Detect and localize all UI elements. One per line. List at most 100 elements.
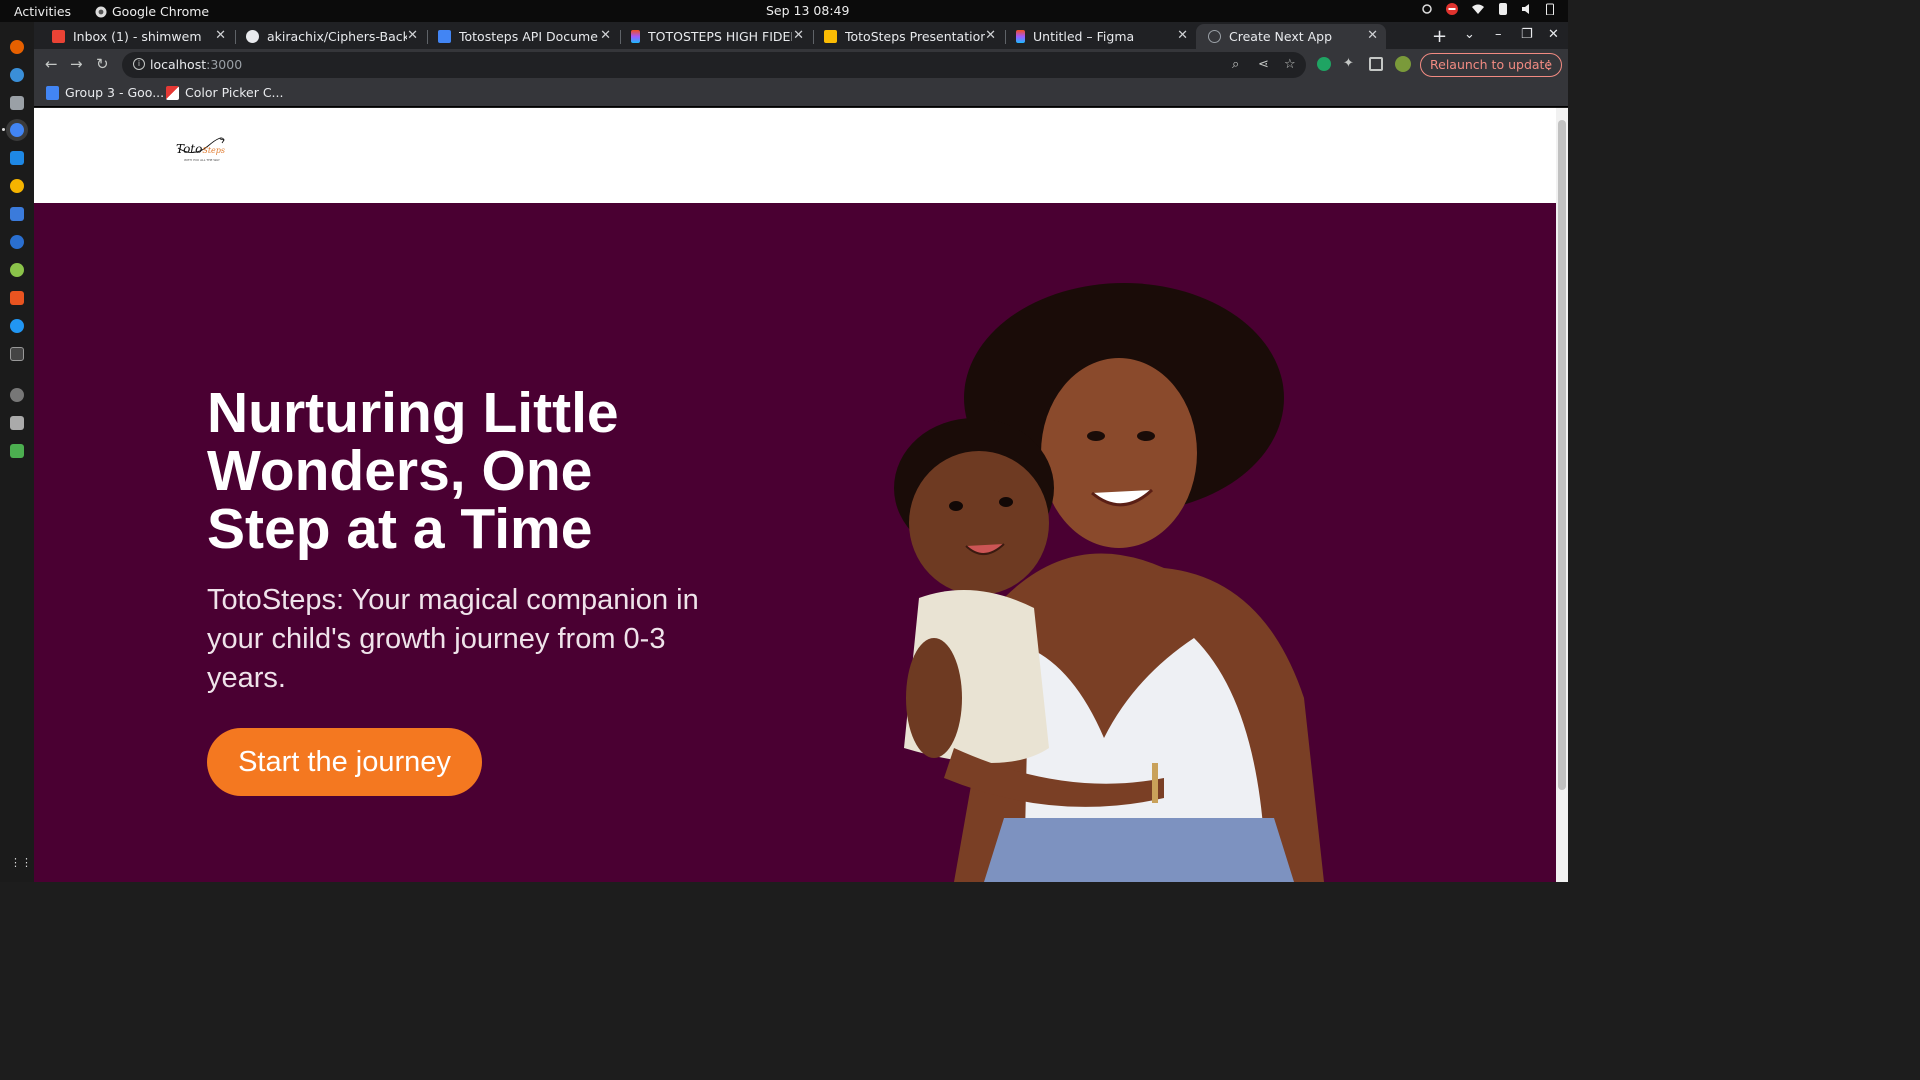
tab-title: Inbox (1) - shimwemuran: [73, 29, 201, 44]
share-icon[interactable]: ⋖: [1258, 57, 1269, 72]
dock: ⋮⋮: [0, 22, 34, 882]
firefox-icon[interactable]: [10, 40, 24, 54]
scrollbar-thumb[interactable]: [1558, 120, 1566, 790]
bookmark-star-icon[interactable]: ☆: [1284, 57, 1296, 72]
volume-icon: [1522, 4, 1529, 14]
mother-and-baby-image: [894, 283, 1324, 882]
rhythmbox-icon[interactable]: [10, 179, 24, 193]
back-icon[interactable]: ←: [45, 55, 58, 73]
page-viewport: TotoSteps WITH YOU ALL THE WAY Nurturing…: [34, 108, 1556, 882]
tab-api-docs[interactable]: Totosteps API Document ✕: [426, 24, 619, 49]
trash-icon[interactable]: [10, 444, 24, 458]
close-icon[interactable]: ✕: [215, 28, 226, 43]
system-top-bar: Activities Google Chrome Sep 13 08:49: [0, 0, 1568, 22]
site-header: TotoSteps WITH YOU ALL THE WAY: [34, 108, 1556, 203]
browser-toolbar: ← → ↻ i localhost:3000 ⌕ ⋖ ☆ ✦ Relaunch …: [34, 49, 1568, 81]
tab-inbox[interactable]: Inbox (1) - shimwemuran ✕: [40, 24, 234, 49]
slides-icon: [824, 30, 837, 43]
do-not-disturb-icon: [1446, 3, 1458, 15]
maximize-icon[interactable]: ❐: [1521, 27, 1533, 42]
figma-icon: [1016, 30, 1025, 43]
avatar[interactable]: [1395, 56, 1411, 72]
vscode-icon[interactable]: [10, 151, 24, 165]
tab-title: Create Next App: [1229, 29, 1333, 44]
show-apps-icon[interactable]: ⋮⋮: [10, 856, 32, 870]
logo-tagline: WITH YOU ALL THE WAY: [184, 158, 220, 162]
grammarly-icon[interactable]: [1317, 57, 1331, 71]
tab-search-icon[interactable]: ⌄: [1464, 27, 1475, 42]
app-menu[interactable]: Google Chrome: [95, 4, 209, 19]
site-info-icon[interactable]: i: [133, 58, 145, 70]
color-picker-icon: [166, 85, 179, 100]
software-center-icon[interactable]: [10, 291, 24, 305]
chrome-icon: [95, 6, 107, 17]
drive-icon[interactable]: [10, 416, 24, 430]
tab-figma-hifi[interactable]: TOTOSTEPS HIGH FIDELI ✕: [619, 24, 812, 49]
bookmarks-bar: Group 3 - Goo... Color Picker C...: [34, 81, 1568, 107]
close-icon[interactable]: ✕: [1367, 28, 1378, 43]
logo-wordmark: TotoSteps: [176, 142, 225, 156]
chrome-dock-icon[interactable]: [10, 123, 24, 137]
tab-title: TotoSteps Presentation: [845, 29, 985, 44]
tab-title: Untitled – Figma: [1033, 29, 1135, 44]
url-port: :3000: [206, 57, 243, 72]
tab-presentation[interactable]: TotoSteps Presentation ✕: [812, 24, 1004, 49]
relaunch-button[interactable]: Relaunch to update ⋮: [1420, 53, 1562, 77]
tab-create-next-app[interactable]: Create Next App ✕: [1196, 24, 1386, 49]
close-icon[interactable]: ✕: [985, 28, 996, 43]
close-icon[interactable]: ✕: [407, 28, 418, 43]
close-icon[interactable]: ✕: [600, 28, 611, 43]
tab-title: akirachix/Ciphers-Backen: [267, 29, 407, 44]
tab-strip: Inbox (1) - shimwemuran ✕ akirachix/Ciph…: [34, 22, 1568, 49]
hero-headline: Nurturing Little Wonders, One Step at a …: [207, 381, 619, 561]
chromium-icon[interactable]: [10, 263, 24, 277]
zoom-icon[interactable]: ⌕: [1232, 57, 1239, 72]
app-store-icon[interactable]: [10, 235, 24, 249]
extensions-icon[interactable]: ✦: [1343, 57, 1357, 71]
hero-section: Nurturing Little Wonders, One Step at a …: [34, 203, 1556, 882]
window-close-icon[interactable]: ✕: [1548, 27, 1559, 42]
docs-icon: [438, 30, 451, 43]
address-bar[interactable]: i localhost:3000 ⌕ ⋖ ☆: [122, 52, 1306, 78]
reload-icon[interactable]: ↻: [96, 55, 109, 73]
bluetooth-icon: [1499, 3, 1507, 15]
close-icon[interactable]: ✕: [793, 28, 804, 43]
tab-title: TOTOSTEPS HIGH FIDELI: [648, 29, 792, 44]
tab-github[interactable]: akirachix/Ciphers-Backen ✕: [234, 24, 426, 49]
site-logo[interactable]: TotoSteps WITH YOU ALL THE WAY: [174, 136, 226, 166]
thunderbird-icon[interactable]: [10, 68, 24, 82]
close-icon[interactable]: ✕: [1177, 28, 1188, 43]
gmail-icon: [52, 30, 65, 43]
writer-icon[interactable]: [10, 207, 24, 221]
bookmark-group3[interactable]: Group 3 - Goo...: [46, 85, 164, 100]
tab-figma-untitled[interactable]: Untitled – Figma ✕: [1004, 24, 1196, 49]
system-tray[interactable]: [1421, 3, 1554, 15]
forward-icon[interactable]: →: [70, 55, 83, 73]
new-tab-button[interactable]: +: [1432, 26, 1447, 47]
logo-text-accent: Steps: [202, 146, 225, 155]
url-text[interactable]: localhost:3000: [150, 57, 242, 72]
docs-icon: [46, 85, 59, 100]
more-icon: ⋮: [1542, 57, 1556, 72]
activities-button[interactable]: Activities: [14, 4, 71, 19]
github-icon: [246, 30, 259, 43]
hero-subheading: TotoSteps: Your magical companion in you…: [207, 584, 699, 694]
terminal-icon[interactable]: [10, 347, 24, 361]
battery-icon: [1546, 3, 1554, 15]
side-panel-icon[interactable]: [1369, 57, 1383, 71]
minimize-icon[interactable]: –: [1495, 27, 1502, 42]
app-name: Google Chrome: [112, 4, 210, 19]
disk-icon[interactable]: [10, 388, 24, 402]
figma-icon: [631, 30, 640, 43]
wifi-icon: [1472, 4, 1484, 14]
url-host: localhost: [150, 57, 207, 72]
files-icon[interactable]: [10, 96, 24, 110]
clock[interactable]: Sep 13 08:49: [766, 3, 849, 18]
start-journey-button[interactable]: Start the journey: [207, 728, 482, 796]
page-scrollbar[interactable]: [1556, 108, 1568, 882]
tab-title: Totosteps API Document: [459, 29, 599, 44]
relaunch-label: Relaunch to update: [1430, 57, 1553, 72]
bookmark-color-picker[interactable]: Color Picker C...: [166, 85, 283, 100]
bookmark-label: Group 3 - Goo...: [65, 85, 165, 100]
help-icon[interactable]: [10, 319, 24, 333]
